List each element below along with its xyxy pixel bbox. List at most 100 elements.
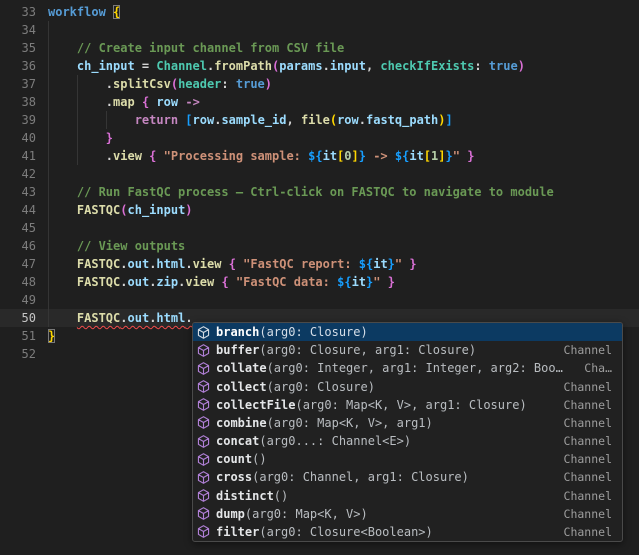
token: splitCsv [113,77,171,91]
suggest-item-label: collectFile(arg0: Map<K, V>, arg1: Closu… [216,398,554,412]
line-number: 33 [0,3,36,21]
line-number: 34 [0,21,36,39]
token: row [156,95,178,109]
suggest-item-combine[interactable]: combine(arg0: Map<K, V>, arg1)Channel [193,414,622,432]
line-number: 42 [0,165,36,183]
line-number: 37 [0,75,36,93]
token: , [366,59,380,73]
code-line[interactable]: 38 .map { row -> [0,93,639,111]
suggest-item-label: buffer(arg0: Closure, arg1: Closure) [216,343,554,357]
token: fromPath [214,59,272,73]
code-line[interactable]: 47 FASTQC.out.html.view { "FastQC report… [0,255,639,273]
line-number: 50 [0,309,36,327]
code-line[interactable]: 48 FASTQC.out.zip.view { "FastQC data: $… [0,273,639,291]
suggest-item-dump[interactable]: dump(arg0: Map<K, V>) Channel [193,505,622,523]
suggest-item-filter[interactable]: filter(arg0: Closure<Boolean>)Channel [193,523,622,541]
suggest-item-collect[interactable]: collect(arg0: Closure)Channel [193,378,622,396]
line-number: 43 [0,183,36,201]
code-text: FASTQC.out.html.view { "FastQC report: $… [48,255,417,273]
code-line[interactable]: 44 FASTQC(ch_input) [0,201,639,219]
line-number: 40 [0,129,36,147]
method-cube-icon [196,452,212,467]
method-cube-icon [196,434,212,449]
method-cube-icon [196,379,212,394]
suggest-item-collate[interactable]: collate(arg0: Integer, arg1: Integer, ar… [193,359,622,377]
token: out [128,257,150,271]
suggest-item-collectFile[interactable]: collectFile(arg0: Map<K, V>, arg1: Closu… [193,396,622,414]
token: 0 [344,149,351,163]
suggest-item-concat[interactable]: concat(arg0...: Channel<E>)Channel [193,432,622,450]
suggest-item-cross[interactable]: cross(arg0: Channel, arg1: Closure)Chann… [193,468,622,486]
code-text: workflow { [48,3,120,21]
code-text: FASTQC(ch_input) [48,201,193,219]
token: ) [265,77,272,91]
token: row [337,113,359,127]
code-line[interactable]: 40 } [0,129,639,147]
suggest-item-detail: Channel [564,507,612,521]
token [48,113,135,127]
token [221,257,228,271]
token: -> [185,95,199,109]
method-cube-icon [196,361,212,376]
token: . [323,59,330,73]
line-number: 51 [0,327,36,345]
code-line[interactable]: 36 ch_input = Channel.fromPath(params.in… [0,57,639,75]
suggest-item-detail: Channel [564,452,612,466]
suggest-item-detail: Cha… [584,361,612,375]
method-cube-icon [196,470,212,485]
line-number: 38 [0,93,36,111]
suggest-item-buffer[interactable]: buffer(arg0: Closure, arg1: Closure)Chan… [193,341,622,359]
suggest-item-count[interactable]: count()Channel [193,450,622,468]
suggest-item-name: distinct [216,489,274,503]
token [380,275,387,289]
token: sample_id [221,113,286,127]
token: ${ [359,257,373,271]
code-line[interactable]: 43 // Run FastQC process – Ctrl-click on… [0,183,639,201]
token: [ [185,113,192,127]
token: it [352,275,366,289]
token: checkIfExists [380,59,474,73]
token: } [359,149,366,163]
suggest-item-label: distinct() [216,489,554,503]
code-line[interactable]: 46 // View outputs [0,237,639,255]
code-line[interactable]: 35 // Create input channel from CSV file [0,39,639,57]
token: // Run FastQC process – Ctrl-click on FA… [48,185,554,199]
token: { [221,275,228,289]
suggest-item-detail: Channel [564,470,612,484]
code-line[interactable]: 39 return [row.sample_id, file(row.fastq… [0,111,639,129]
suggest-item-distinct[interactable]: distinct()Channel [193,487,622,505]
token: header [178,77,221,91]
code-line[interactable]: 42 [0,165,639,183]
suggest-item-branch[interactable]: branch(arg0: Closure) [193,323,622,341]
suggest-item-detail: Channel [564,416,612,430]
token [48,203,77,217]
suggest-item-label: collect(arg0: Closure) [216,380,554,394]
code-line[interactable]: 49 [0,291,639,309]
token: // Create input channel from CSV file [48,41,344,55]
token: view [113,149,142,163]
token: . [48,77,113,91]
suggest-item-label: branch(arg0: Closure) [216,325,602,339]
token: } [409,257,416,271]
line-number: 36 [0,57,36,75]
code-line[interactable]: 34 [0,21,639,39]
code-line[interactable]: 41 .view { "Processing sample: ${it[0]} … [0,147,639,165]
code-line[interactable]: 37 .splitCsv(header: true) [0,75,639,93]
code-text: // View outputs [48,237,185,255]
token: ] [438,149,445,163]
code-line[interactable]: 45 [0,219,639,237]
suggest-item-name: concat [216,434,259,448]
suggest-item-label: dump(arg0: Map<K, V>) [216,507,554,521]
suggest-item-label: collate(arg0: Integer, arg1: Integer, ar… [216,361,574,375]
token [48,59,77,73]
token: . [120,257,127,271]
token: view [185,275,214,289]
token: [ [424,149,431,163]
indent-guide [106,111,107,129]
token: ( [171,77,178,91]
suggest-item-label: concat(arg0...: Channel<E>) [216,434,554,448]
suggest-item-name: buffer [216,343,259,357]
token [156,149,163,163]
line-number: 52 [0,345,36,363]
code-line[interactable]: 33 workflow { [0,3,639,21]
